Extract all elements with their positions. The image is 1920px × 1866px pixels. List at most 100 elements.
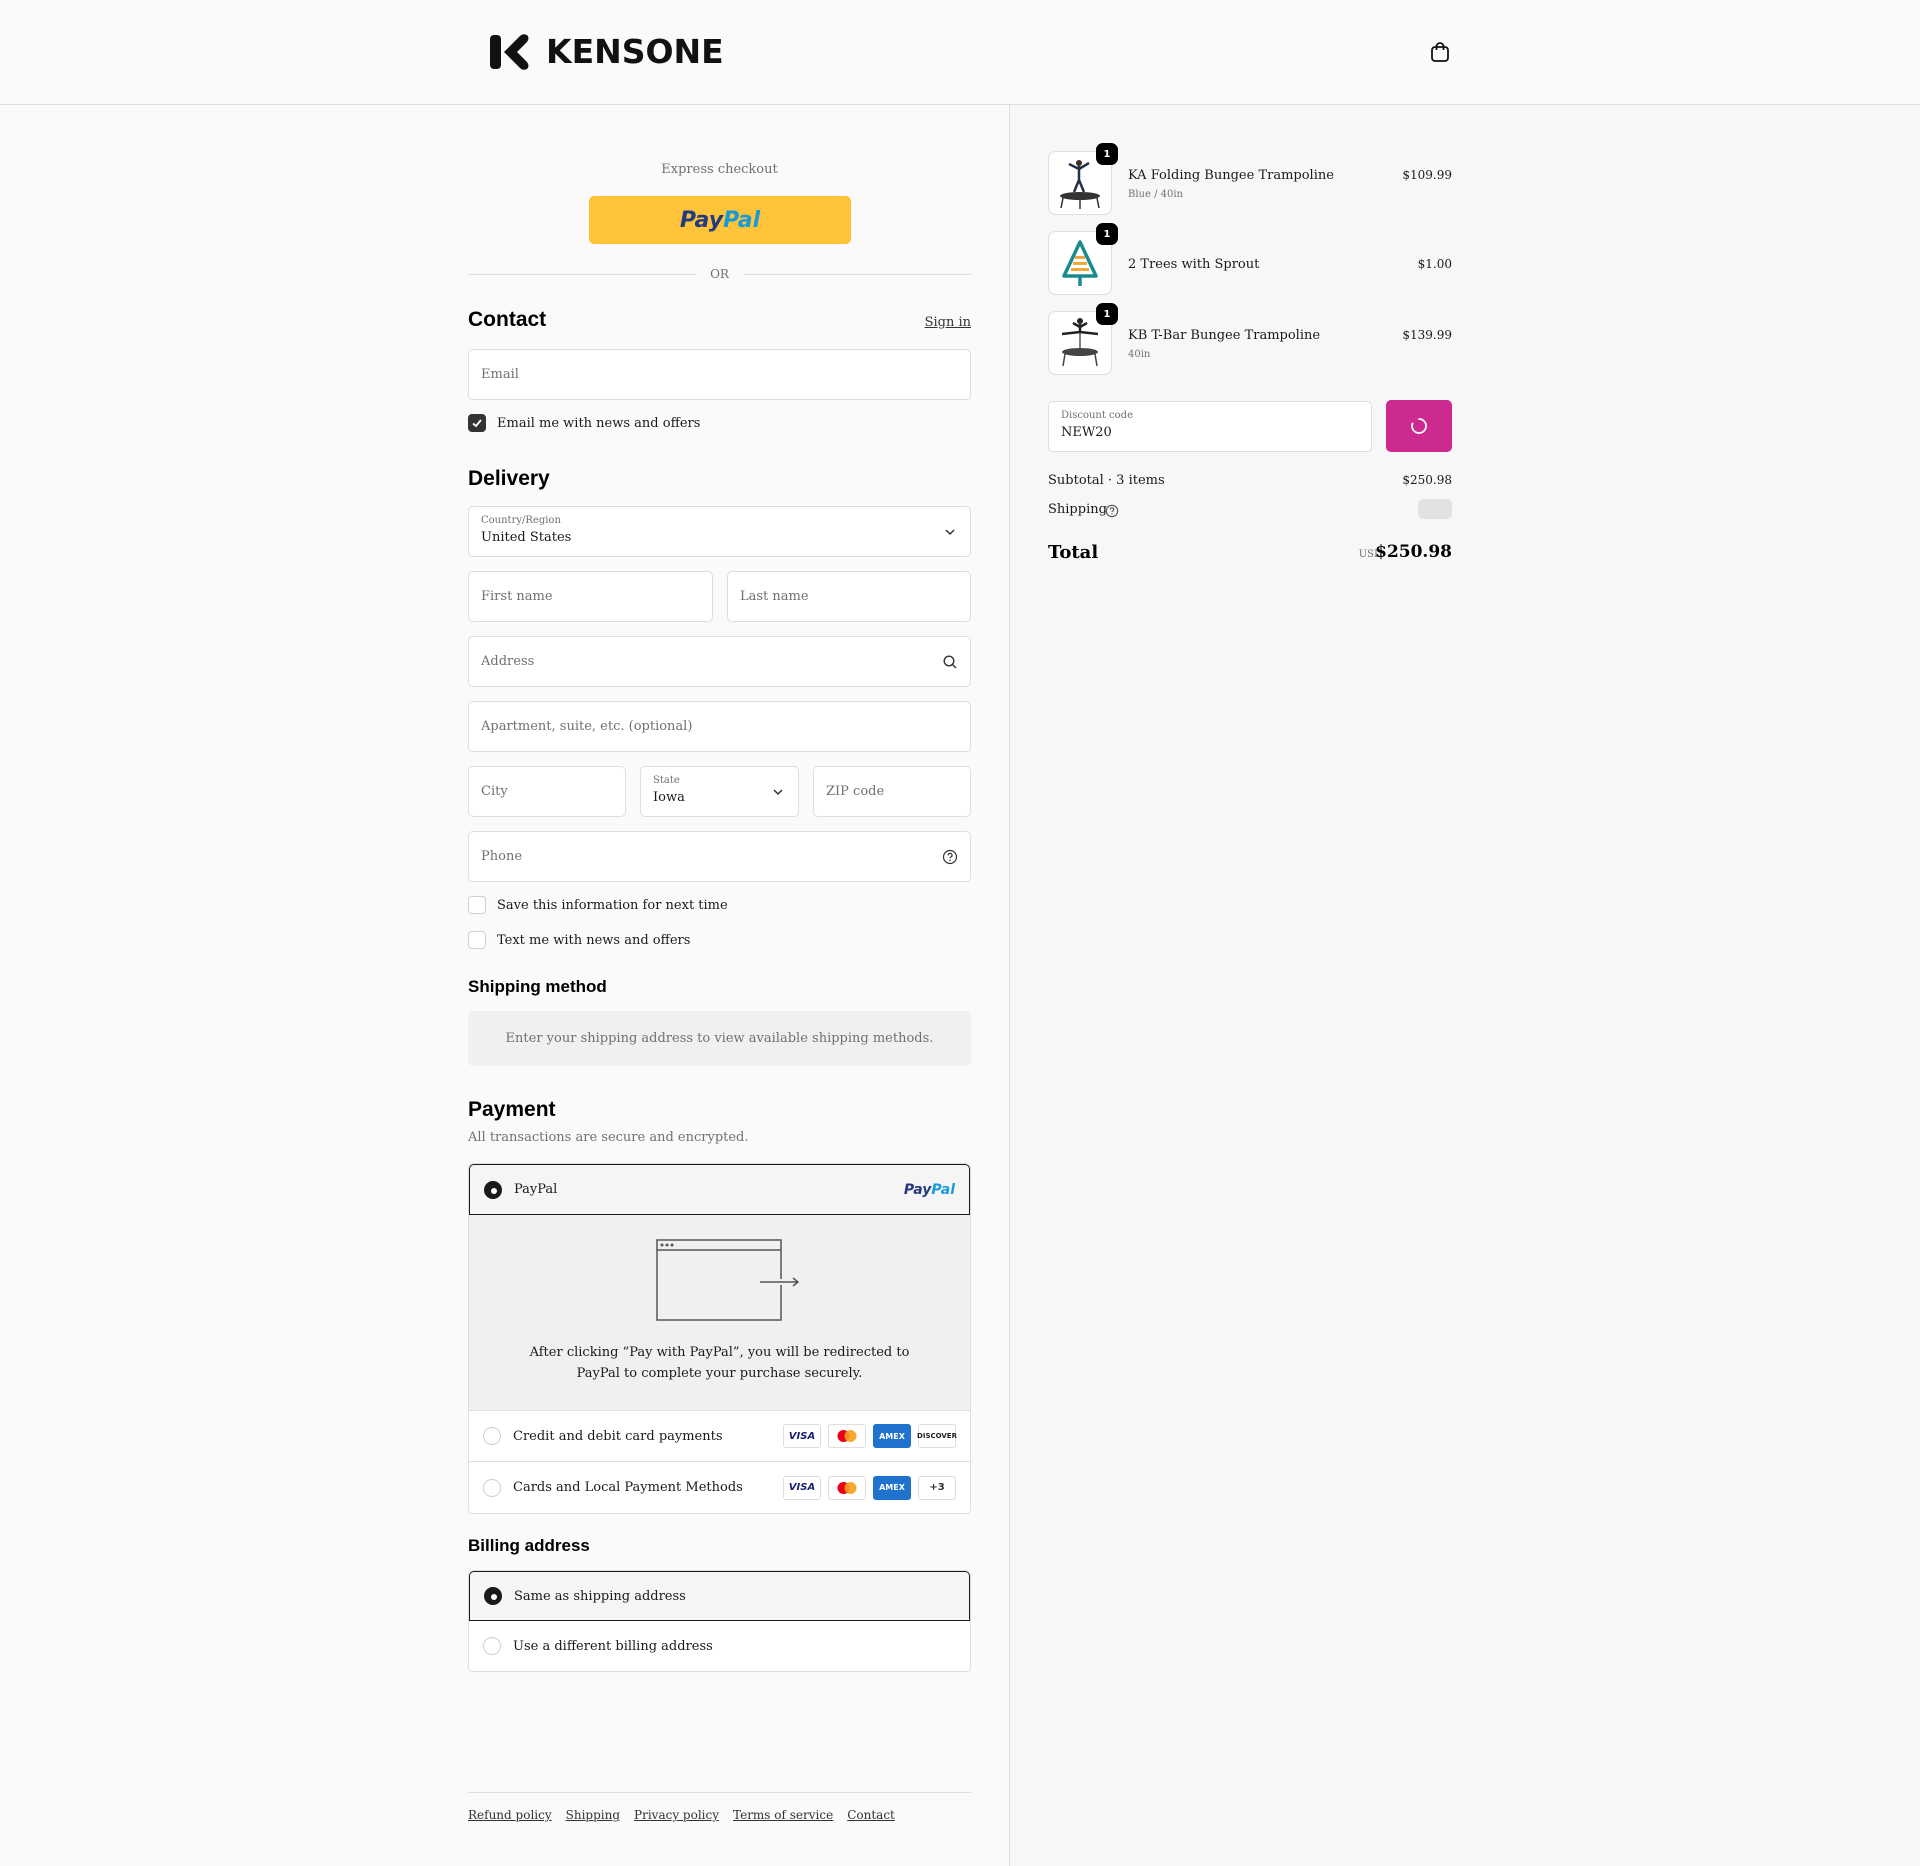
email-field[interactable]: Email	[468, 349, 971, 400]
shipping-row: Shipping	[1048, 499, 1452, 519]
shipping-method-notice: Enter your shipping address to view avai…	[468, 1011, 971, 1066]
paypal-logo-pal: Pal	[723, 207, 761, 233]
billing-same-option[interactable]: Same as shipping address	[469, 1571, 970, 1621]
last-name-placeholder: Last name	[740, 589, 809, 604]
or-divider: OR	[468, 265, 971, 285]
paypal-logo-icon: PayPal	[903, 1181, 955, 1198]
card-radio[interactable]	[483, 1427, 501, 1445]
visa-icon: VISA	[783, 1424, 821, 1448]
address-placeholder: Address	[481, 654, 535, 669]
billing-same-label: Same as shipping address	[514, 1588, 686, 1604]
first-name-field[interactable]: First name	[468, 571, 713, 622]
shipping-label: Shipping	[1048, 502, 1107, 517]
shipping-method-title: Shipping method	[468, 977, 607, 996]
item-name: KB T-Bar Bungee Trampoline	[1128, 328, 1321, 343]
quantity-badge: 1	[1096, 303, 1118, 325]
subtotal-label: Subtotal · 3 items	[1048, 473, 1165, 488]
payment-options: PayPal PayPal After clicking “Pay with P…	[468, 1163, 971, 1514]
email-news-checkbox-row[interactable]: Email me with news and offers	[468, 414, 700, 432]
save-info-label: Save this information for next time	[497, 897, 728, 913]
brand-logo[interactable]: KENSONE	[490, 32, 724, 71]
card-brand-icons: VISA AMEX DISCOVER	[783, 1424, 957, 1448]
email-news-checkbox[interactable]	[468, 414, 486, 432]
apartment-field[interactable]: Apartment, suite, etc. (optional)	[468, 701, 971, 752]
zip-field[interactable]: ZIP code	[813, 766, 971, 817]
refund-policy-link[interactable]: Refund policy	[468, 1808, 552, 1822]
subtotal-row: Subtotal · 3 items $250.98	[1048, 473, 1452, 488]
card-option-label: Credit and debit card payments	[513, 1428, 723, 1444]
country-value: United States	[481, 530, 572, 545]
terms-of-service-link[interactable]: Terms of service	[733, 1808, 833, 1822]
quantity-badge: 1	[1096, 143, 1118, 165]
paypal-redirect-text: After clicking “Pay with PayPal”, you wi…	[469, 1342, 970, 1384]
order-item: 1 KB T-Bar Bungee Trampoline 40in $139.9…	[1048, 303, 1452, 375]
country-label: Country/Region	[481, 515, 561, 526]
item-variant: 40in	[1128, 349, 1151, 360]
billing-options: Same as shipping address Use a different…	[468, 1570, 971, 1672]
chevron-down-icon	[773, 789, 783, 796]
column-divider	[1009, 105, 1010, 1866]
text-me-checkbox[interactable]	[468, 931, 486, 949]
more-cards-badge: +3	[918, 1475, 956, 1500]
paypal-redirect-panel: After clicking “Pay with PayPal”, you wi…	[469, 1215, 970, 1411]
payment-title: Payment	[468, 1098, 556, 1121]
order-item: 1 2 Trees with Sprout $1.00	[1048, 223, 1452, 295]
paypal-logo-pay: Pay	[679, 207, 724, 233]
city-placeholder: City	[481, 784, 508, 799]
redirect-line-2: PayPal to complete your purchase securel…	[576, 1366, 863, 1381]
local-radio[interactable]	[483, 1478, 501, 1497]
billing-different-label: Use a different billing address	[513, 1638, 713, 1654]
address-field[interactable]: Address	[468, 636, 971, 687]
apply-discount-button[interactable]	[1386, 400, 1452, 452]
billing-different-radio[interactable]	[483, 1637, 501, 1655]
item-price: $1.00	[1417, 257, 1452, 271]
discount-code-label: Discount code	[1061, 410, 1133, 421]
redirect-line-1: After clicking “Pay with PayPal”, you wi…	[529, 1345, 910, 1360]
phone-field[interactable]: Phone	[468, 831, 971, 882]
help-circle-icon[interactable]	[1105, 504, 1119, 518]
state-label: State	[653, 775, 680, 786]
mastercard-icon	[828, 1424, 866, 1448]
privacy-policy-link[interactable]: Privacy policy	[634, 1808, 719, 1822]
browser-redirect-icon	[656, 1239, 800, 1321]
checkmark-icon	[472, 419, 482, 428]
text-me-checkbox-row[interactable]: Text me with news and offers	[468, 931, 690, 949]
last-name-field[interactable]: Last name	[727, 571, 971, 622]
search-icon	[943, 655, 957, 669]
total-value: $250.98	[1375, 542, 1452, 562]
discount-code-field[interactable]: Discount code NEW20	[1048, 401, 1372, 452]
contact-link[interactable]: Contact	[847, 1808, 895, 1822]
country-select[interactable]: Country/Region United States	[468, 506, 971, 557]
email-news-label: Email me with news and offers	[497, 415, 701, 431]
zip-placeholder: ZIP code	[826, 784, 885, 799]
header: KENSONE	[0, 0, 1920, 105]
sign-in-link[interactable]: Sign in	[925, 315, 971, 330]
delivery-title: Delivery	[468, 467, 550, 490]
item-name: 2 Trees with Sprout	[1128, 257, 1260, 272]
footer-links: Refund policy Shipping Privacy policy Te…	[468, 1808, 895, 1822]
order-item: 1 KA Folding Bungee Trampoline Blue / 40…	[1048, 143, 1452, 215]
billing-same-radio[interactable]	[484, 1587, 502, 1605]
payment-option-paypal[interactable]: PayPal PayPal	[469, 1164, 970, 1215]
paypal-option-label: PayPal	[514, 1182, 558, 1197]
apartment-placeholder: Apartment, suite, etc. (optional)	[481, 719, 693, 734]
paypal-express-button[interactable]: Pay Pal	[589, 196, 851, 244]
shipping-link[interactable]: Shipping	[566, 1808, 620, 1822]
total-label: Total	[1048, 542, 1099, 563]
payment-option-card[interactable]: Credit and debit card payments VISA AMEX…	[469, 1411, 970, 1462]
save-info-checkbox-row[interactable]: Save this information for next time	[468, 896, 728, 914]
discount-code-value: NEW20	[1061, 425, 1112, 440]
shopping-bag-icon[interactable]	[1428, 40, 1452, 64]
payment-option-local[interactable]: Cards and Local Payment Methods VISA AME…	[469, 1462, 970, 1513]
amex-icon: AMEX	[873, 1475, 911, 1500]
first-name-placeholder: First name	[481, 589, 553, 604]
state-value: Iowa	[653, 790, 685, 805]
save-info-checkbox[interactable]	[468, 896, 486, 914]
paypal-radio[interactable]	[484, 1180, 502, 1199]
item-name: KA Folding Bungee Trampoline	[1128, 168, 1334, 183]
state-select[interactable]: State Iowa	[640, 766, 799, 817]
amex-icon: AMEX	[873, 1424, 911, 1448]
billing-different-option[interactable]: Use a different billing address	[469, 1621, 970, 1671]
city-field[interactable]: City	[468, 766, 626, 817]
help-circle-icon[interactable]	[942, 849, 958, 865]
